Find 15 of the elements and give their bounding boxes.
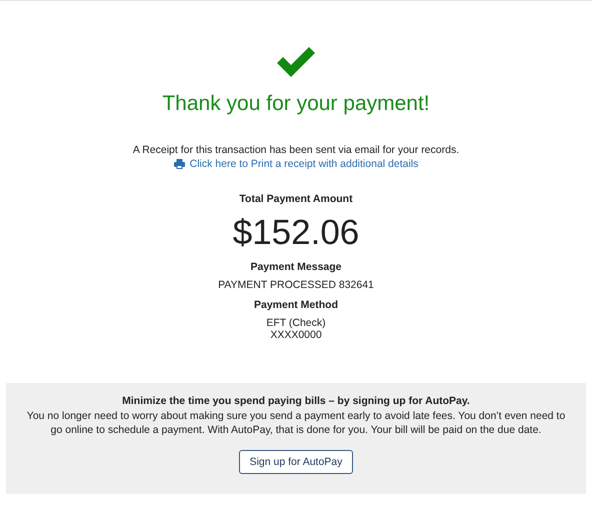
receipt-note: A Receipt for this transaction has been sent via email for your records. xyxy=(132,144,460,156)
payment-amount: $152.06 xyxy=(232,213,360,253)
detail-label: Payment Message xyxy=(250,261,342,273)
detail-value: EFT (Check) xyxy=(266,317,326,329)
autopay-text: You no longer need to worry about making sure you send a payment early to avoid late fees. You don’t even need to go online to schedule a payment. With AutoPay, that is done for you. Your bill will be paid on the due date. xyxy=(26,409,566,437)
printer-icon xyxy=(174,159,185,169)
checkmark-icon xyxy=(275,45,317,79)
print-receipt-link[interactable]: Click here to Print a receipt with additional details xyxy=(174,158,418,170)
page-title: Thank you for your payment! xyxy=(162,92,430,116)
autopay-button[interactable]: Sign up for AutoPay xyxy=(238,450,354,474)
detail-value: XXXX0000 xyxy=(270,329,322,341)
total-label: Total Payment Amount xyxy=(239,193,353,205)
autopay-heading: Minimize the time you spend paying bills – by signing up for AutoPay. xyxy=(122,395,470,407)
detail-label: Payment Method xyxy=(254,299,338,311)
detail-value: PAYMENT PROCESSED 832641 xyxy=(218,279,374,291)
